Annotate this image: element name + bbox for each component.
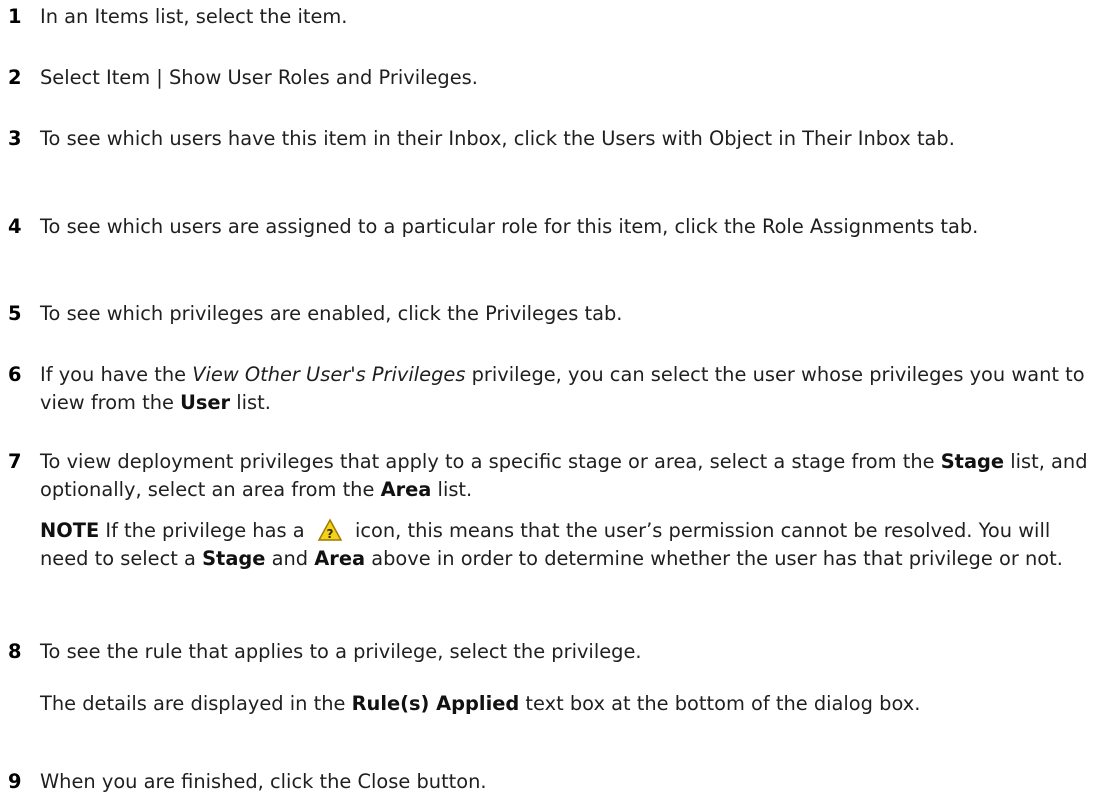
step-text: To see which users are assigned to a par… (40, 215, 979, 238)
step-text: To see which privileges are enabled, cli… (40, 302, 623, 325)
step-number: 8 (8, 640, 22, 663)
rules-applied-field-name: Rule(s) Applied (351, 692, 520, 715)
area-field-name: Area (380, 478, 432, 501)
svg-text:?: ? (326, 527, 333, 541)
note-label: NOTE (40, 519, 100, 542)
step-text: In an Items list, select the item. (40, 5, 348, 28)
step-number: 6 (8, 363, 22, 386)
details-text: The details are displayed in the Rule(s)… (40, 692, 921, 715)
privilege-name: View Other User's Privileges (192, 363, 466, 386)
area-field-name: Area (314, 547, 366, 570)
warning-question-icon: ? (317, 518, 343, 542)
stage-field-name: Stage (940, 450, 1005, 473)
step-text: To see the rule that applies to a privil… (40, 640, 642, 663)
step-text: If you have the View Other User's Privil… (40, 363, 1085, 414)
step-number: 4 (8, 215, 22, 238)
step-text: When you are finished, click the Close b… (40, 770, 487, 793)
step-text: To see which users have this item in the… (40, 127, 955, 150)
step-number: 3 (8, 127, 22, 150)
note-text: NOTE If the privilege has a ? icon, this… (40, 518, 1063, 570)
step-number: 1 (8, 5, 22, 28)
step-number: 9 (8, 770, 22, 793)
step-number: 5 (8, 302, 22, 325)
step-text: To view deployment privileges that apply… (40, 450, 1088, 501)
step-number: 2 (8, 66, 22, 89)
step-number: 7 (8, 450, 22, 473)
procedure-document: 1 In an Items list, select the item. 2 S… (0, 0, 1104, 803)
stage-field-name: Stage (202, 547, 266, 570)
step-text: Select Item | Show User Roles and Privil… (40, 66, 478, 89)
user-field-name: User (180, 391, 231, 414)
